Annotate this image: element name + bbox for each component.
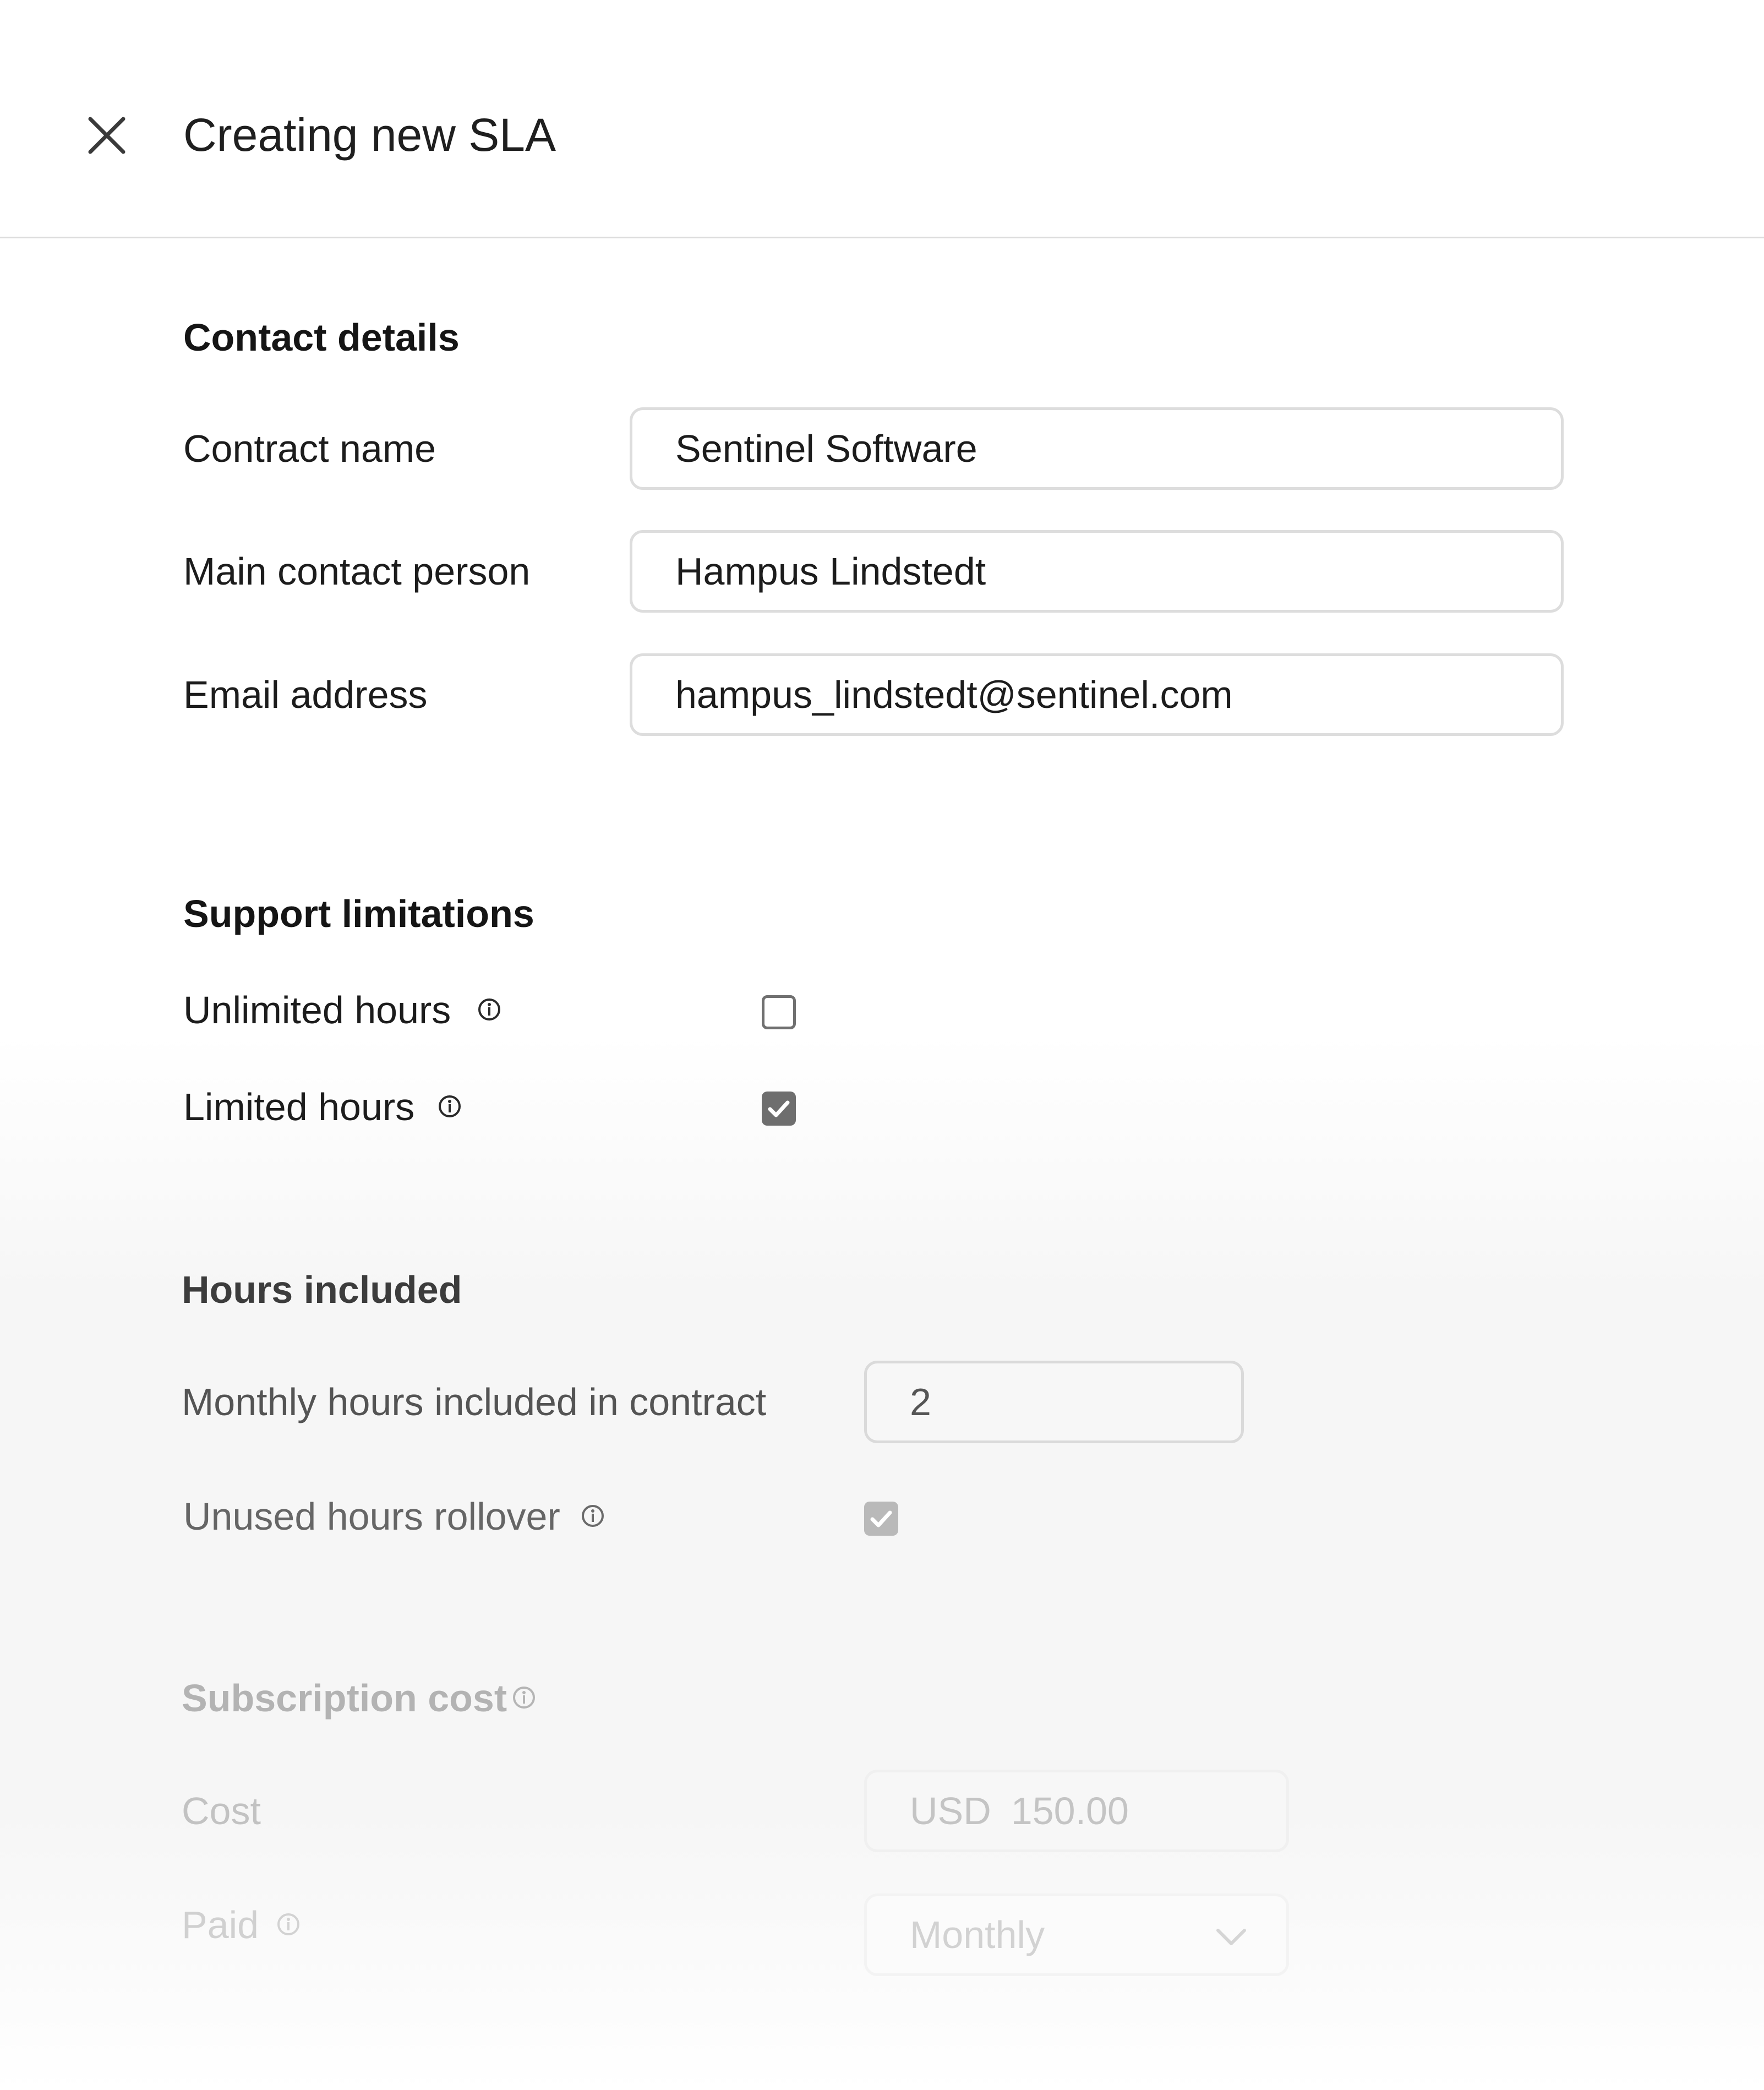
monthly-hours-input[interactable]: 2 [864,1361,1244,1443]
info-icon[interactable] [438,1094,462,1118]
info-icon[interactable] [276,1912,301,1936]
check-icon [870,1510,892,1527]
limited-hours-checkbox[interactable] [762,1092,796,1126]
header-divider [0,237,1764,238]
email-input[interactable]: hampus_lindstedt@sentinel.com [630,653,1564,736]
currency-code: USD [910,1789,991,1832]
main-contact-label: Main contact person [183,550,531,593]
page-title: Creating new SLA [183,109,556,161]
info-icon[interactable] [581,1504,605,1528]
unlimited-hours-checkbox[interactable] [762,995,796,1029]
unlimited-hours-label: Unlimited hours [183,989,451,1032]
info-icon[interactable] [477,997,501,1022]
paid-label: Paid [182,1903,259,1946]
main-contact-input[interactable]: Hampus Lindstedt [630,530,1564,613]
cost-value: 150.00 [1011,1789,1129,1832]
limited-hours-label: Limited hours [183,1085,415,1128]
cost-input[interactable]: USD 150.00 [864,1770,1289,1852]
rollover-checkbox[interactable] [864,1502,898,1536]
check-icon [768,1100,790,1117]
email-label: Email address [183,673,428,716]
contract-name-input[interactable]: Sentinel Software [630,407,1564,490]
section-title-contact-details: Contact details [183,316,460,359]
monthly-hours-label: Monthly hours included in contract [182,1380,767,1423]
section-title-hours-included: Hours included [182,1268,462,1311]
paid-selected-value: Monthly [910,1913,1045,1956]
contract-name-label: Contract name [183,427,436,470]
cost-label: Cost [182,1789,261,1832]
close-icon[interactable] [87,116,127,155]
info-icon[interactable] [512,1685,536,1710]
rollover-label: Unused hours rollover [183,1495,560,1538]
section-title-support-limitations: Support limitations [183,892,534,935]
section-title-subscription-cost: Subscription cost [182,1677,507,1720]
paid-select[interactable]: Monthly [864,1893,1289,1976]
chevron-down-icon [1216,1929,1246,1945]
